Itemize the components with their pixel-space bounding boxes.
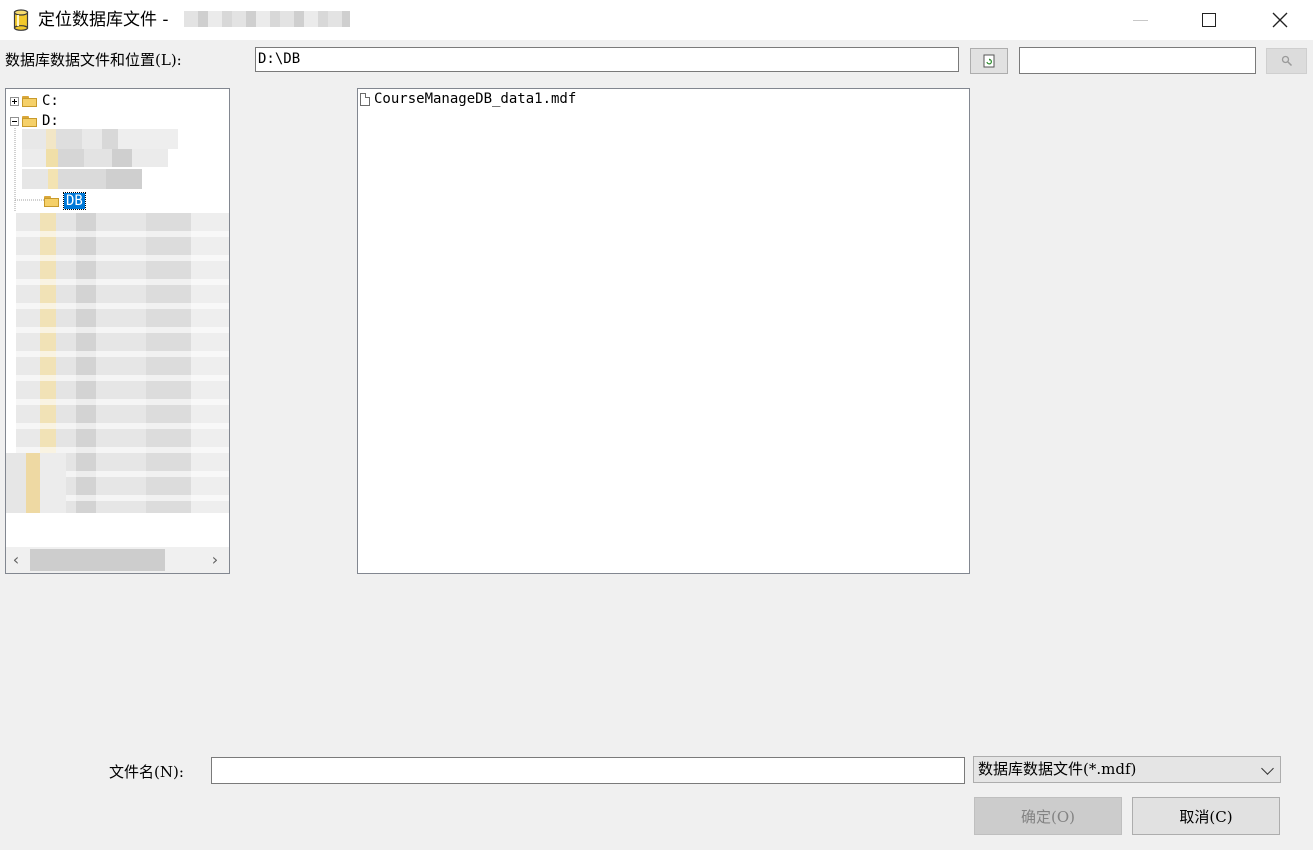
tree-node-label: C: <box>42 93 59 109</box>
folder-icon <box>44 195 60 207</box>
ok-button[interactable]: 确定(O) <box>974 797 1122 835</box>
database-icon <box>13 9 29 31</box>
filename-label: 文件名(N): <box>109 763 184 781</box>
redacted-tree-entry <box>22 169 142 189</box>
file-name: CourseManageDB_data1.mdf <box>374 91 577 107</box>
redacted-tree-entry <box>22 129 178 149</box>
list-item[interactable]: CourseManageDB_data1.mdf <box>360 91 576 107</box>
scrollbar-thumb[interactable] <box>30 549 165 571</box>
refresh-button[interactable] <box>970 48 1008 74</box>
search-button[interactable] <box>1266 48 1307 74</box>
filename-input[interactable] <box>211 757 965 784</box>
cancel-button[interactable]: 取消(C) <box>1132 797 1280 835</box>
horizontal-scrollbar[interactable]: ‹ › <box>6 547 229 573</box>
search-input[interactable] <box>1019 47 1256 74</box>
location-path-input[interactable]: D:\DB <box>255 47 959 72</box>
location-label: 数据库数据文件和位置(L): <box>5 51 182 69</box>
folder-icon <box>22 115 38 127</box>
filetype-select[interactable]: 数据库数据文件(*.mdf) <box>973 756 1281 783</box>
refresh-icon <box>983 54 995 68</box>
minimize-icon <box>1132 19 1148 21</box>
close-icon <box>1272 12 1288 28</box>
redacted-tree-entry <box>22 149 168 167</box>
filetype-selected-value: 数据库数据文件(*.mdf) <box>978 760 1137 778</box>
maximize-icon <box>1202 13 1216 27</box>
tree-node-label-selected: DB <box>63 192 86 210</box>
chevron-left-icon[interactable]: ‹ <box>6 550 26 570</box>
tree-node-d-drive[interactable]: D: <box>10 111 59 131</box>
redacted-tree-entry <box>6 453 66 513</box>
chevron-right-icon[interactable]: › <box>205 550 225 570</box>
file-icon <box>360 92 370 106</box>
collapse-icon[interactable] <box>10 116 19 126</box>
maximize-button[interactable] <box>1186 0 1232 40</box>
folder-tree[interactable]: C: D: DB ‹ › <box>5 88 230 574</box>
expand-icon[interactable] <box>10 96 19 106</box>
title-bar: 定位数据库文件 - <box>0 0 1313 40</box>
close-button[interactable] <box>1257 0 1303 40</box>
tree-node-label: D: <box>42 113 59 129</box>
title-redacted-text <box>184 11 350 27</box>
folder-icon <box>22 95 38 107</box>
search-icon <box>1281 55 1292 67</box>
tree-node-db[interactable]: DB <box>44 191 86 211</box>
minimize-button[interactable] <box>1117 0 1163 40</box>
window-title: 定位数据库文件 - <box>38 10 169 30</box>
file-list[interactable]: CourseManageDB_data1.mdf <box>357 88 970 574</box>
tree-node-c-drive[interactable]: C: <box>10 91 59 111</box>
chevron-down-icon <box>1261 762 1274 775</box>
